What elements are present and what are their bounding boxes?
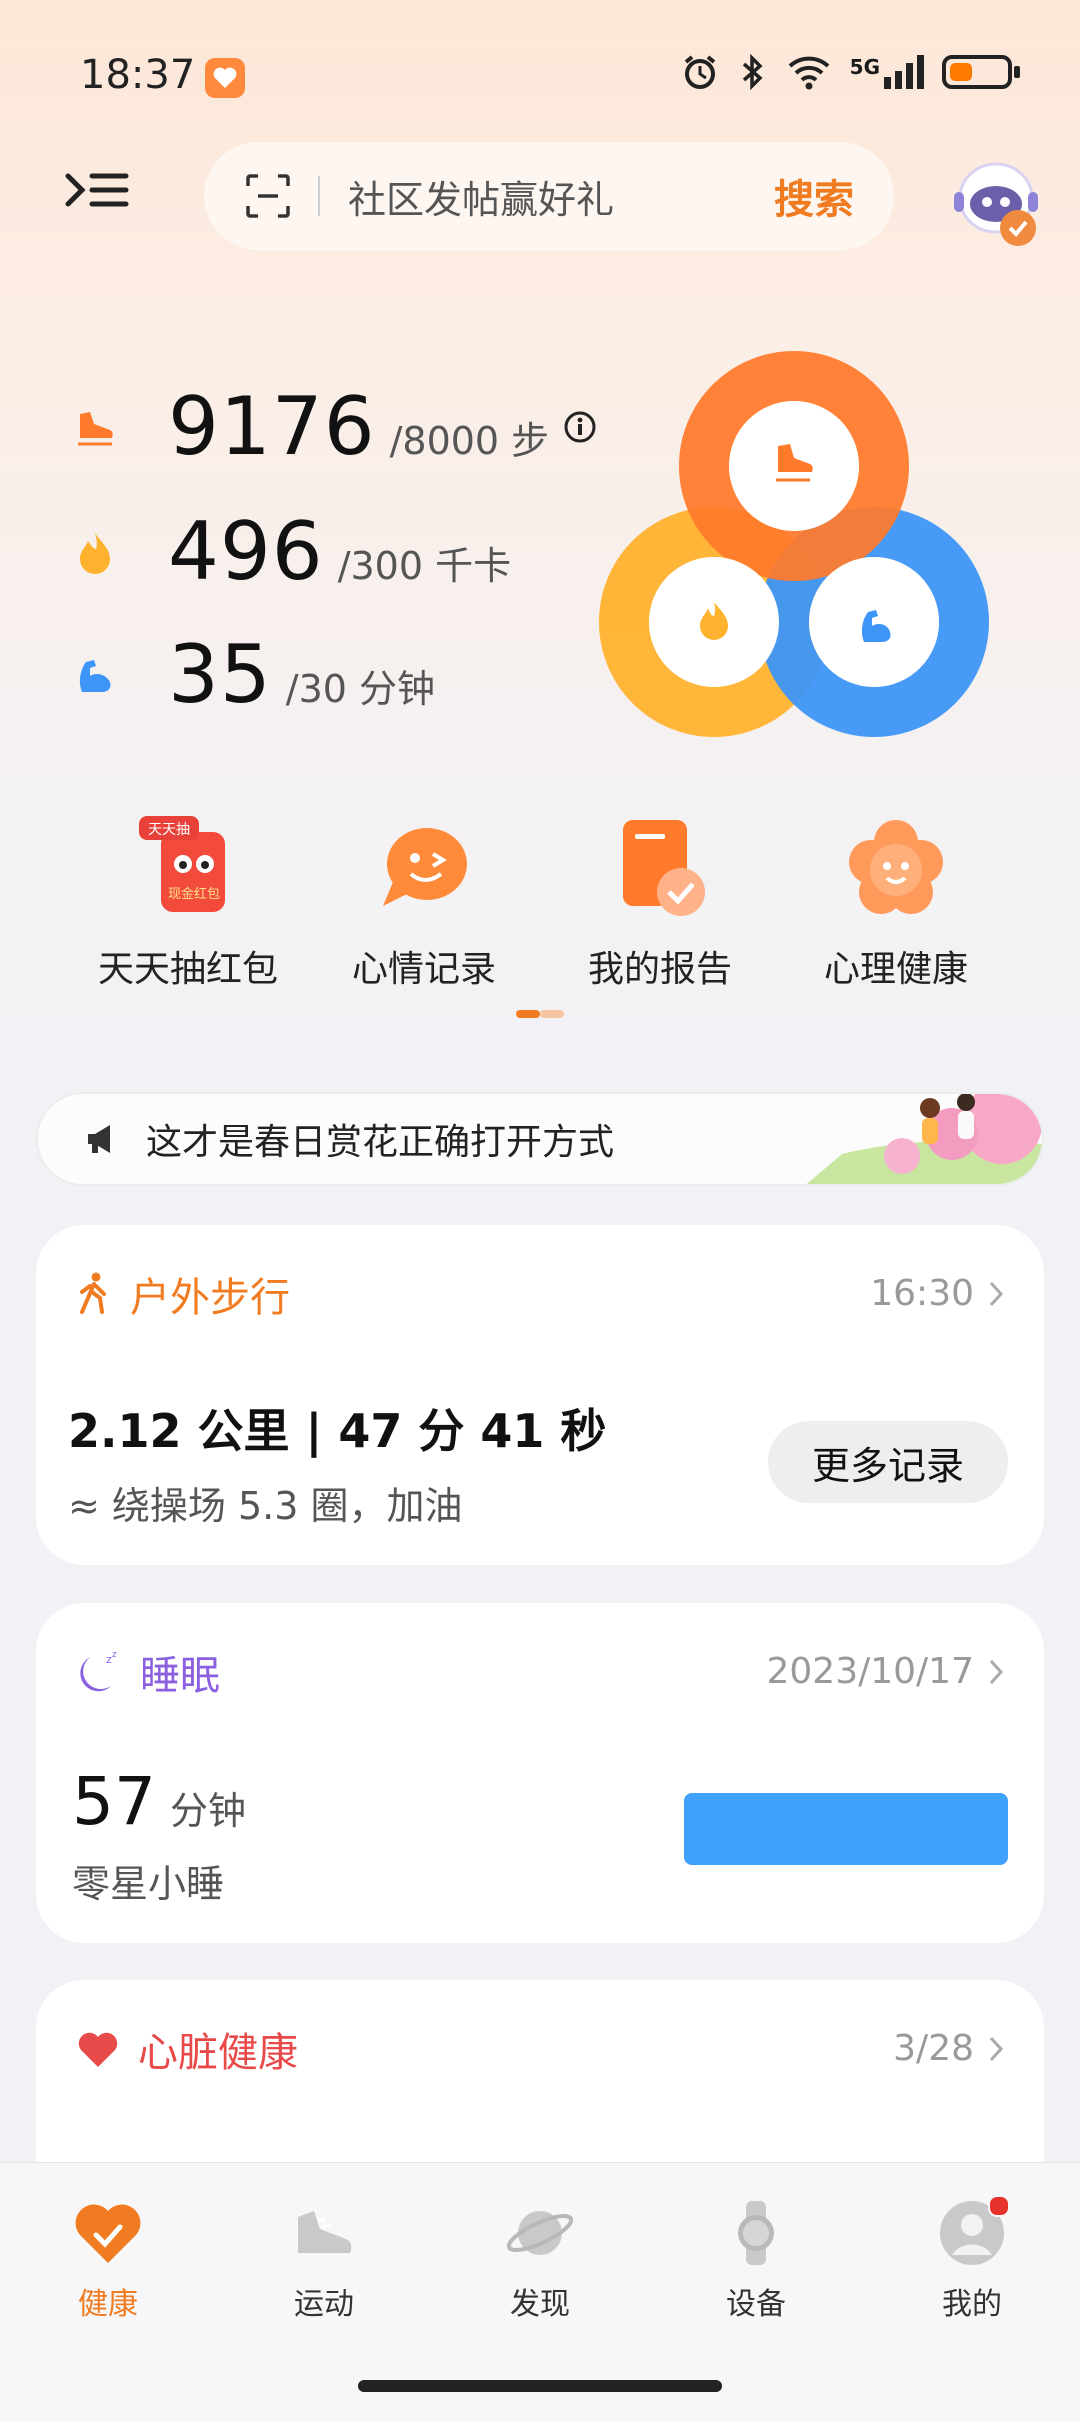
health-heart-icon [72,2197,144,2269]
svg-text:z: z [112,1650,117,1660]
steps-stat[interactable]: 9176 /8000 步 [72,380,597,473]
battery-icon [942,55,1020,89]
heart-title: 心脏健康 [138,2030,298,2076]
chevron-right-icon [989,1281,1004,1306]
quick-action-report[interactable]: 我的报告 [540,812,780,992]
status-icons: 5G [680,52,1020,92]
calories-value: 496 [168,505,324,598]
sleep-date-value: 2023/10/17 [766,1651,975,1692]
heart-header: 心脏健康 [76,2020,298,2078]
quick-action-mental-health[interactable]: 心理健康 [776,812,1016,992]
outdoor-walk-detail: ≈ 绕操场 5.3 圈，加油 [68,1484,463,1528]
search-divider [318,176,320,216]
sleep-date: 2023/10/17 [767,1651,1005,1692]
heart-date: 3/28 [893,2028,1004,2069]
red-packet-icon-text: 现金红包 [168,886,220,902]
tab-label: 运动 [294,2287,354,2322]
tab-label: 我的 [942,2287,1002,2322]
search-bar[interactable]: 社区发帖赢好礼 搜索 [204,142,894,250]
app-notification-icon [205,58,245,98]
outdoor-walk-time-value: 16:30 [870,1273,974,1314]
mood-icon [369,812,479,922]
alarm-icon [684,55,715,89]
outdoor-walk-time: 16:30 [870,1273,1004,1314]
shoe-icon [78,411,113,445]
tab-label: 设备 [726,2287,786,2322]
outdoor-walk-title: 户外步行 [130,1275,290,1321]
chevron-right-icon [989,1659,1004,1684]
tab-me[interactable]: 我的 [892,2195,1052,2323]
quick-action-label: 心理健康 [823,949,968,990]
banner-illustration [806,1094,1042,1184]
cellular-signal-icon: 5G [850,55,924,89]
sleep-card[interactable]: z z 睡眠 2023/10/17 57 分钟 零星小睡 [36,1603,1044,1943]
chevron-right-icon [989,2036,1004,2061]
mascot-icon [954,162,1038,246]
report-icon [605,812,715,922]
sneaker-icon [288,2197,360,2269]
quick-action-label: 我的报告 [587,949,732,990]
red-packet-badge: 天天抽 [148,822,190,838]
tab-exercise[interactable]: 运动 [244,2197,404,2323]
activity-value: 35 [168,628,272,721]
sleep-duration: 57 分钟 [72,1763,246,1840]
sleep-header: z z 睡眠 [76,1643,220,1701]
flower-icon [841,812,951,922]
sleep-bar [684,1793,1008,1865]
sleep-unit: 分钟 [169,1789,246,1833]
sleep-label: 零星小睡 [72,1862,225,1906]
wifi-icon [788,56,830,90]
search-input[interactable]: 社区发帖赢好礼 [348,169,774,224]
more-records-button[interactable]: 更多记录 [768,1421,1008,1503]
tab-label: 发现 [510,2287,570,2322]
red-packet-icon: 天天抽 现金红包 [133,812,243,922]
menu-icon [65,173,129,207]
walking-icon [80,1272,106,1314]
watch-icon [720,2197,792,2269]
tab-label: 健康 [78,2287,138,2322]
calories-target: /300 千卡 [337,544,512,588]
user-avatar-icon [936,2195,1010,2269]
mascot-avatar-button[interactable] [952,152,1044,252]
outdoor-walk-summary: 2.12 公里 | 47 分 41 秒 [68,1404,607,1458]
status-time: 18:37 [80,52,196,98]
activity-target: /30 分钟 [285,667,436,711]
tab-devices[interactable]: 设备 [676,2197,836,2323]
menu-button[interactable] [62,168,132,228]
tab-health[interactable]: 健康 [28,2197,188,2323]
heart-date-value: 3/28 [893,2028,974,2069]
notification-dot [988,2195,1010,2217]
megaphone-icon [88,1125,110,1153]
steps-target: /8000 步 [389,419,550,463]
bluetooth-icon [742,53,763,91]
activity-rings[interactable] [596,350,1016,750]
tab-discover[interactable]: 发现 [460,2197,620,2323]
scan-icon[interactable] [240,168,296,224]
outdoor-walk-header: 户外步行 [76,1265,290,1323]
steps-value: 9176 [168,380,376,473]
activity-stat[interactable]: 35 /30 分钟 [72,628,435,721]
network-type: 5G [849,55,880,79]
banner-text: 这才是春日赏花正确打开方式 [146,1122,615,1163]
sleep-title: 睡眠 [140,1653,220,1699]
search-button[interactable]: 搜索 [774,167,854,225]
moon-icon: z z [80,1650,117,1692]
calories-stat[interactable]: 496 /300 千卡 [72,505,511,598]
heart-icon [78,2032,118,2067]
quick-action-mood[interactable]: 心情记录 [304,812,544,992]
muscle-icon [79,659,111,692]
quick-action-label: 心情记录 [351,949,496,990]
home-indicator[interactable] [358,2380,722,2392]
flame-icon [80,532,110,574]
info-icon[interactable] [563,410,597,444]
planet-icon [504,2197,576,2269]
quick-action-label: 天天抽红包 [97,949,278,990]
promo-banner[interactable]: 这才是春日赏花正确打开方式 [36,1092,1044,1186]
quick-action-red-packet[interactable]: 天天抽 现金红包 天天抽红包 [68,812,308,992]
sleep-value: 57 [72,1763,156,1840]
outdoor-walk-card[interactable]: 户外步行 16:30 2.12 公里 | 47 分 41 秒 ≈ 绕操场 5.3… [36,1225,1044,1565]
page-indicator [516,1010,564,1018]
